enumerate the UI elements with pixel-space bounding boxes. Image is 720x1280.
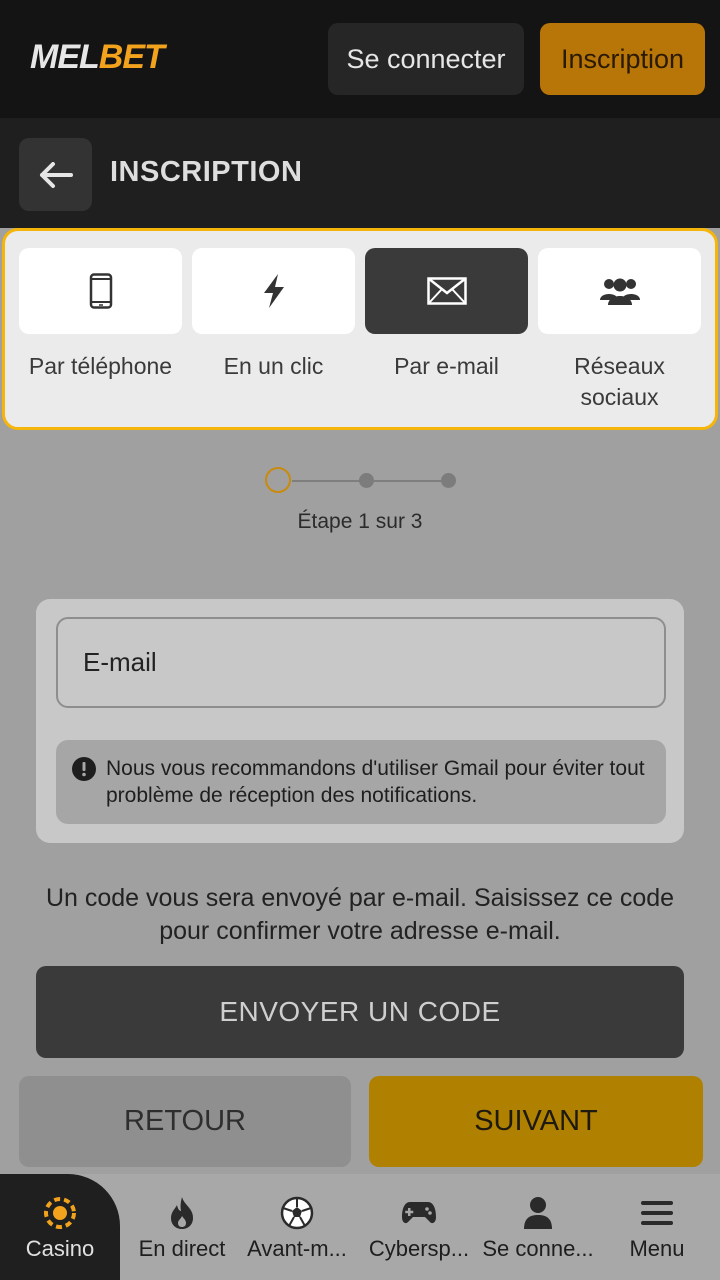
registration-method-tabs: Par téléphone En un clic Par e-mail Rése… (2, 228, 718, 430)
arrow-left-icon (39, 161, 73, 188)
nav-login[interactable]: Se conne... (480, 1174, 596, 1280)
tab-social-networks[interactable]: Réseaux sociaux (538, 231, 704, 426)
nav-esports[interactable]: Cybersp... (360, 1174, 478, 1280)
lightning-icon (263, 274, 284, 308)
bottom-navigation: Casino En direct Avant-m... Cybersp... S… (0, 1174, 720, 1280)
tab-by-phone[interactable]: Par téléphone (19, 231, 185, 426)
tab-one-click[interactable]: En un clic (192, 231, 358, 426)
login-button[interactable]: Se connecter (328, 23, 524, 95)
tab-label: Par téléphone (28, 353, 173, 379)
step-2-dot (359, 473, 374, 488)
notice-text: Nous vous recommandons d'utiliser Gmail … (106, 757, 645, 807)
nav-prematch[interactable]: Avant-m... (240, 1174, 354, 1280)
users-icon (599, 278, 640, 305)
sub-header: INSCRIPTION (0, 118, 720, 228)
email-form-card: Nous vous recommandons d'utiliser Gmail … (36, 599, 684, 843)
nav-casino[interactable]: Casino (0, 1174, 120, 1280)
nav-live[interactable]: En direct (130, 1174, 234, 1280)
email-input[interactable] (56, 617, 666, 708)
soccer-ball-icon (280, 1196, 314, 1230)
hamburger-icon (641, 1201, 673, 1225)
step-3-dot (441, 473, 456, 488)
flame-icon (171, 1197, 193, 1229)
register-button[interactable]: Inscription (540, 23, 705, 95)
send-code-button[interactable]: ENVOYER UN CODE (36, 966, 684, 1058)
casino-chip-icon (44, 1197, 76, 1229)
next-button[interactable]: SUIVANT (369, 1076, 703, 1167)
gamepad-icon (402, 1202, 436, 1224)
page-title: INSCRIPTION (110, 156, 303, 188)
phone-icon (89, 273, 112, 309)
envelope-icon (426, 277, 467, 305)
code-info-text: Un code vous sera envoyé par e-mail. Sai… (45, 884, 675, 945)
back-button[interactable]: RETOUR (19, 1076, 351, 1167)
exclamation-circle-icon (72, 757, 96, 781)
top-header: MELBET Se connecter Inscription (0, 0, 720, 118)
melbet-logo[interactable]: MELBET (30, 38, 165, 77)
tab-label: Réseaux sociaux (574, 353, 665, 410)
tab-by-email[interactable]: Par e-mail (365, 231, 531, 426)
step-progress (264, 466, 464, 496)
back-arrow-button[interactable] (19, 138, 92, 211)
nav-menu[interactable]: Menu (604, 1174, 710, 1280)
step-label: Étape 1 sur 3 (297, 510, 423, 533)
tab-label: Par e-mail (394, 353, 499, 379)
tab-label: En un clic (223, 353, 324, 379)
step-1-dot (265, 467, 291, 493)
user-icon (524, 1197, 552, 1229)
gmail-notice: Nous vous recommandons d'utiliser Gmail … (56, 740, 666, 824)
